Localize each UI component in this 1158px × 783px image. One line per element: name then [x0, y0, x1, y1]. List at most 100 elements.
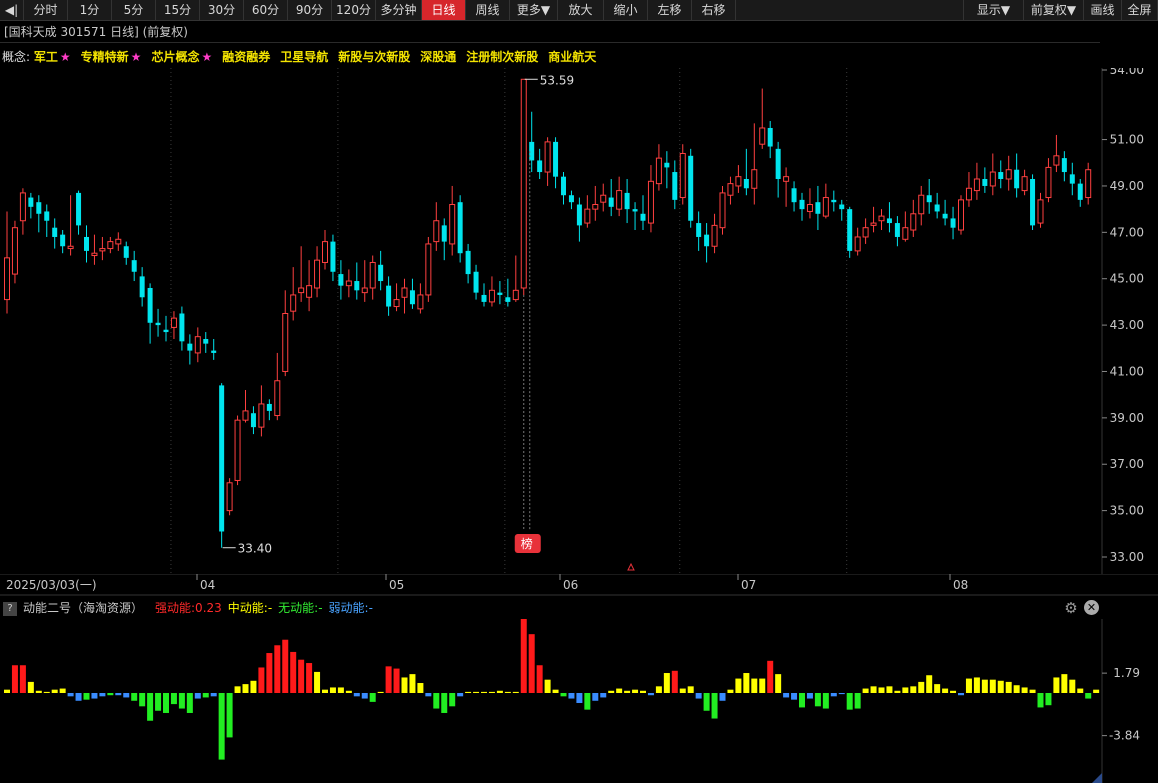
candle-body — [1021, 176, 1028, 192]
concept-tag-2[interactable]: 芯片概念 ★ — [151, 50, 212, 64]
candle-body — [839, 204, 845, 210]
indicator-bar — [1037, 693, 1044, 708]
candle-body — [219, 385, 225, 532]
concept-tag-0[interactable]: 军工 ★ — [34, 50, 71, 64]
candle-body — [632, 209, 638, 212]
candle-body — [608, 197, 614, 207]
candle-body — [1077, 183, 1083, 200]
indicator-bar — [11, 665, 18, 693]
candle-body — [926, 195, 932, 203]
indicator-bar — [655, 686, 662, 693]
indicator-bar — [799, 693, 805, 708]
indicator-bar — [1005, 681, 1012, 693]
candle-body — [386, 285, 392, 307]
indicator-bar — [504, 691, 511, 693]
candle-body — [131, 260, 137, 272]
toolbar-right-button-3[interactable]: 全屏 — [1122, 0, 1158, 20]
candle-body — [624, 192, 630, 210]
period-button-14[interactable]: 左移 — [648, 0, 692, 20]
period-button-5[interactable]: 60分 — [244, 0, 288, 20]
indicator-bar — [329, 687, 336, 693]
toolbar-right-button-0[interactable]: 显示▼ — [964, 0, 1024, 20]
period-button-0[interactable]: 分时 — [24, 0, 68, 20]
candle-body — [950, 218, 956, 228]
indicator-bar — [830, 693, 837, 697]
candle-body — [711, 224, 718, 247]
indicator-bar — [640, 690, 646, 693]
indicator-bar — [481, 691, 487, 693]
indicator-bar — [91, 693, 98, 699]
candle-body — [481, 294, 487, 302]
period-button-9[interactable]: 日线 — [422, 0, 466, 20]
candle-body — [203, 339, 209, 344]
indicator-bar — [155, 693, 162, 711]
indicator-bar — [123, 693, 130, 698]
concept-tags: 概念: 军工 ★ 专精特新 ★ 芯片概念 ★ 融资融券 卫星导航 新股与次新股 深股通 注册制次新股… — [0, 47, 606, 67]
concept-tag-6[interactable]: 深股通 — [420, 50, 456, 64]
indicator-bar — [194, 693, 201, 699]
indicator-bar — [67, 693, 74, 697]
candle-body — [91, 252, 98, 257]
indicator-bar — [258, 667, 265, 693]
candle-body — [1014, 169, 1020, 189]
candle-body — [147, 287, 153, 323]
candle-body — [378, 264, 384, 282]
close-icon[interactable]: ✕ — [1084, 600, 1099, 615]
concept-name: 卫星导航 — [280, 50, 329, 64]
period-button-15[interactable]: 右移 — [692, 0, 736, 20]
candle-body — [242, 410, 249, 421]
period-button-6[interactable]: 90分 — [288, 0, 332, 20]
candle-body — [989, 171, 996, 187]
candle-body — [576, 204, 582, 226]
period-button-1[interactable]: 1分 — [68, 0, 112, 20]
period-button-13[interactable]: 缩小 — [604, 0, 648, 20]
indicator-bar — [727, 689, 734, 693]
indicator-bar — [99, 693, 106, 697]
indicator-chart[interactable]: 7.421.79-3.84 — [0, 619, 1158, 783]
toolbar-right-button-1[interactable]: 前复权▼ — [1024, 0, 1084, 20]
candle-body — [783, 176, 790, 182]
period-button-2[interactable]: 5分 — [112, 0, 156, 20]
period-button-8[interactable]: 多分钟 — [376, 0, 422, 20]
indicator-bar — [910, 686, 917, 693]
candle-body — [529, 141, 535, 161]
indicator-bar — [687, 686, 694, 693]
indicator-bar — [902, 687, 909, 693]
ranking-badge-label: 榜 — [521, 536, 533, 551]
gear-icon[interactable]: ⚙ — [1063, 600, 1079, 616]
candlestick-chart[interactable]: 54.00 51.00 49.00 47.00 45.00 43.00 41.00 39.00… — [0, 68, 1158, 574]
indicator-bar — [59, 688, 66, 693]
indicator-bar — [417, 683, 424, 693]
concept-tag-3[interactable]: 融资融券 — [222, 50, 270, 64]
period-button-3[interactable]: 15分 — [156, 0, 200, 20]
concept-tag-5[interactable]: 新股与次新股 — [338, 50, 410, 64]
help-icon[interactable]: ? — [3, 601, 17, 616]
price-tick-label: 51.00 — [1110, 133, 1144, 147]
indicator-bar — [369, 693, 376, 702]
toolbar-right-button-2[interactable]: 画线 — [1084, 0, 1122, 20]
period-button-11[interactable]: 更多▼ — [510, 0, 558, 20]
concept-tag-4[interactable]: 卫星导航 — [280, 50, 328, 64]
candle-body — [973, 178, 980, 192]
triangle-marker-icon — [627, 562, 635, 571]
candle-body — [194, 336, 201, 354]
period-button-10[interactable]: 周线 — [466, 0, 510, 20]
period-button-7[interactable]: 120分 — [332, 0, 376, 20]
indicator-bar — [385, 666, 392, 693]
indicator-bar — [973, 677, 980, 693]
indicator-bar — [958, 693, 964, 696]
indicator-header: ? 动能二号（海淘资源） 强动能:0.23 中动能:- 无动能:- 弱动能:- — [0, 598, 373, 618]
back-arrow-icon[interactable]: ◀| — [0, 0, 24, 20]
concept-tag-7[interactable]: 注册制次新股 — [466, 50, 538, 64]
candle-body — [123, 246, 129, 258]
candle-body — [647, 180, 654, 224]
candle-body — [234, 419, 241, 481]
candle-body — [449, 204, 456, 245]
indicator-bar — [1093, 689, 1100, 693]
period-button-4[interactable]: 30分 — [200, 0, 244, 20]
indicator-bar — [409, 674, 416, 693]
concept-tag-1[interactable]: 专精特新 ★ — [81, 50, 142, 64]
candle-body — [894, 223, 900, 237]
period-button-12[interactable]: 放大 — [558, 0, 604, 20]
concept-tag-8[interactable]: 商业航天 — [548, 50, 596, 64]
